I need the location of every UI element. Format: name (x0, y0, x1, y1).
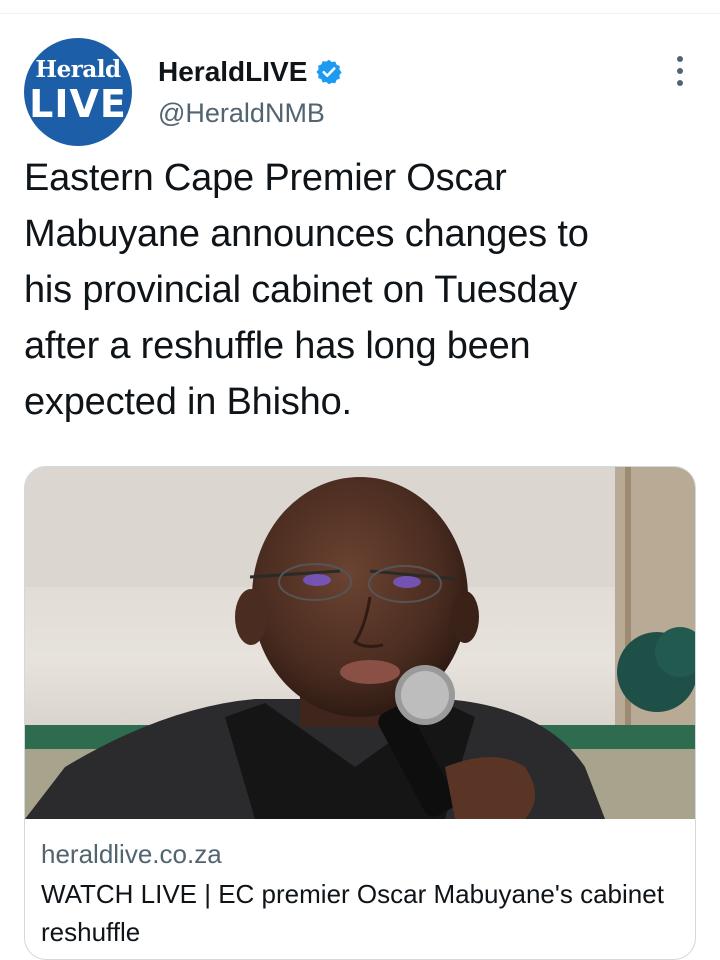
link-card[interactable]: heraldlive.co.za WATCH LIVE | EC premier… (24, 466, 696, 960)
tweet-text: Eastern Cape Premier Oscar Mabuyane anno… (24, 157, 589, 423)
card-image[interactable] (25, 467, 695, 819)
display-name[interactable]: HeraldLIVE (158, 56, 307, 88)
top-divider (0, 0, 720, 14)
avatar-logo-herald: Herald (35, 56, 121, 83)
avatar-logo-live: LIVE (29, 82, 127, 126)
more-vertical-icon[interactable] (668, 54, 692, 88)
card-domain[interactable]: heraldlive.co.za (41, 839, 222, 870)
user-handle[interactable]: @HeraldNMB (158, 98, 325, 129)
tweet-header: Herald LIVE HeraldLIVE @HeraldNMB (0, 30, 720, 146)
verified-badge-icon (315, 58, 343, 86)
card-title[interactable]: WATCH LIVE | EC premier Oscar Mabuyane's… (41, 875, 681, 951)
avatar[interactable]: Herald LIVE (24, 38, 132, 146)
name-row[interactable]: HeraldLIVE (158, 54, 343, 90)
